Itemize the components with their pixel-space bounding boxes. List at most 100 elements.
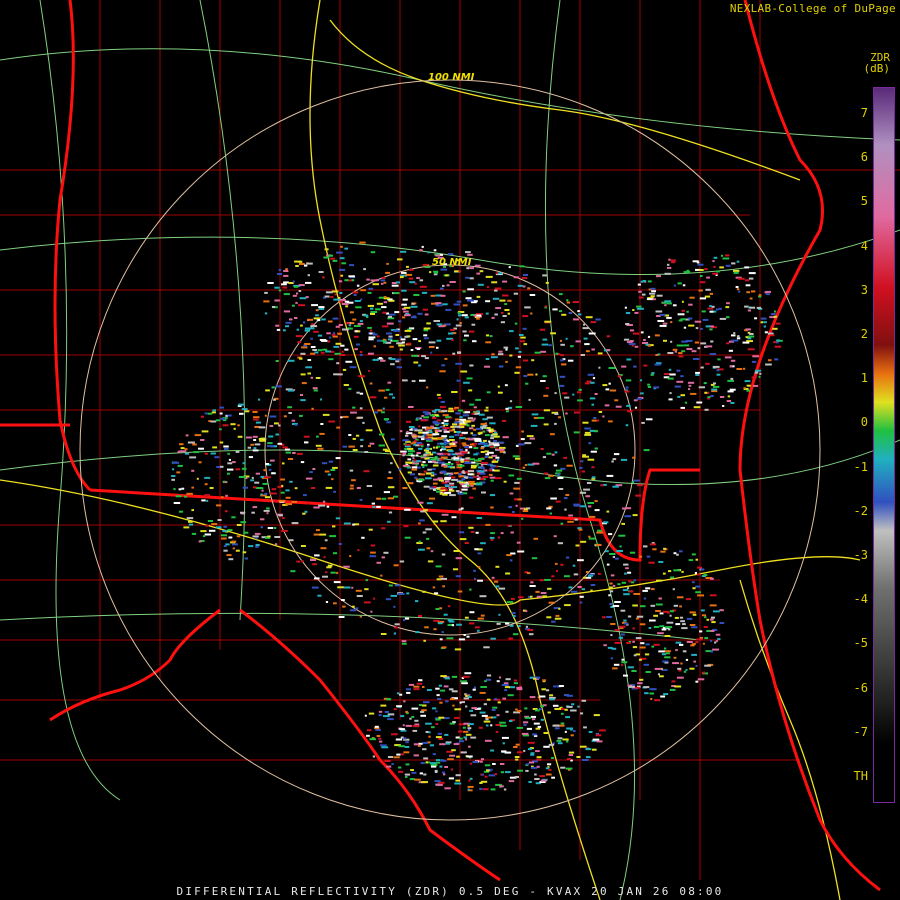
echo-pixel bbox=[335, 325, 340, 328]
echo-pixel bbox=[664, 647, 667, 650]
echo-pixel bbox=[495, 447, 498, 450]
ring-label-50: 50 NMI bbox=[432, 257, 472, 268]
echo-pixel bbox=[244, 557, 248, 560]
echo-pixel bbox=[687, 381, 695, 384]
echo-pixel bbox=[534, 778, 540, 780]
echo-pixel bbox=[459, 701, 462, 704]
echo-pixel bbox=[763, 321, 767, 324]
echo-pixel bbox=[640, 392, 644, 395]
echo-pixel bbox=[364, 451, 369, 453]
echo-pixel bbox=[471, 461, 476, 464]
echo-pixel bbox=[654, 363, 661, 366]
echo-pixel bbox=[469, 364, 474, 367]
echo-pixel bbox=[392, 339, 399, 342]
echo-pixel bbox=[403, 619, 406, 622]
echo-pixel bbox=[305, 477, 313, 480]
echo-pixel bbox=[216, 466, 221, 468]
echo-pixel bbox=[478, 413, 485, 416]
echo-pixel bbox=[514, 776, 519, 778]
echo-pixel bbox=[405, 763, 410, 766]
echo-pixel bbox=[466, 755, 473, 758]
echo-pixel bbox=[318, 308, 325, 310]
echo-pixel bbox=[438, 461, 445, 464]
echo-pixel bbox=[333, 345, 339, 348]
echo-pixel bbox=[774, 345, 782, 348]
echo-pixel bbox=[492, 706, 498, 709]
echo-pixel bbox=[733, 269, 740, 272]
echo-pixel bbox=[588, 537, 596, 540]
echo-pixel bbox=[295, 335, 303, 338]
echo-pixel bbox=[446, 284, 450, 287]
echo-pixel bbox=[583, 488, 590, 491]
echo-pixel bbox=[357, 416, 364, 419]
echo-pixel bbox=[401, 303, 407, 306]
echo-pixel bbox=[383, 491, 390, 494]
echo-pixel bbox=[270, 459, 275, 462]
echo-pixel bbox=[663, 547, 666, 550]
echo-pixel bbox=[470, 714, 477, 717]
echo-pixel bbox=[555, 500, 561, 503]
echo-pixel bbox=[432, 410, 437, 413]
echo-pixel bbox=[646, 298, 653, 301]
echo-pixel bbox=[709, 305, 712, 308]
echo-pixel bbox=[523, 723, 527, 726]
echo-pixel bbox=[318, 271, 324, 273]
echo-pixel bbox=[527, 748, 532, 751]
echo-pixel bbox=[515, 366, 522, 369]
echo-pixel bbox=[568, 754, 573, 756]
echo-pixel bbox=[611, 647, 617, 650]
echo-pixel bbox=[264, 496, 271, 499]
echo-pixel bbox=[551, 757, 554, 759]
echo-pixel bbox=[618, 534, 626, 537]
echo-pixel bbox=[563, 694, 569, 696]
echo-pixel bbox=[430, 414, 435, 417]
echo-pixel bbox=[657, 320, 665, 322]
legend-tick: -3 bbox=[853, 548, 868, 562]
echo-pixel bbox=[342, 605, 346, 608]
echo-pixel bbox=[313, 330, 319, 333]
echo-pixel bbox=[255, 544, 260, 546]
echo-pixel bbox=[588, 731, 593, 733]
echo-pixel bbox=[639, 646, 646, 649]
echo-pixel bbox=[345, 305, 349, 308]
echo-pixel bbox=[427, 459, 431, 462]
echo-pixel bbox=[485, 275, 493, 278]
echo-pixel bbox=[343, 384, 349, 386]
echo-pixel bbox=[555, 469, 563, 472]
echo-pixel bbox=[500, 771, 505, 774]
echo-pixel bbox=[384, 396, 388, 399]
echo-pixel bbox=[454, 708, 462, 711]
echo-pixel bbox=[410, 769, 414, 771]
echo-pixel bbox=[423, 639, 426, 642]
echo-pixel bbox=[498, 587, 506, 590]
echo-pixel bbox=[516, 477, 522, 480]
echo-pixel bbox=[399, 348, 403, 351]
echo-pixel bbox=[376, 735, 381, 737]
echo-pixel bbox=[349, 487, 354, 490]
echo-pixel bbox=[412, 457, 415, 460]
echo-pixel bbox=[332, 525, 336, 528]
echo-pixel bbox=[451, 463, 454, 465]
echo-pixel bbox=[724, 356, 732, 359]
echo-pixel bbox=[700, 366, 704, 369]
echo-pixel bbox=[602, 415, 605, 418]
echo-pixel bbox=[674, 350, 677, 353]
echo-pixel bbox=[348, 434, 352, 436]
echo-pixel bbox=[364, 588, 369, 591]
echo-pixel bbox=[441, 631, 444, 634]
echo-pixel bbox=[423, 416, 430, 419]
echo-pixel bbox=[445, 308, 452, 311]
echo-pixel bbox=[283, 293, 290, 296]
echo-pixel bbox=[519, 265, 525, 268]
echo-pixel bbox=[476, 295, 481, 298]
echo-pixel bbox=[465, 705, 468, 708]
echo-pixel bbox=[738, 277, 745, 280]
echo-pixel bbox=[664, 635, 671, 637]
echo-pixel bbox=[481, 491, 486, 494]
echo-pixel bbox=[455, 362, 463, 365]
echo-pixel bbox=[608, 420, 613, 423]
legend-tick: 1 bbox=[860, 371, 868, 386]
echo-pixel bbox=[712, 365, 720, 368]
legend-tick: 6 bbox=[860, 150, 868, 165]
echo-pixel bbox=[557, 477, 564, 479]
